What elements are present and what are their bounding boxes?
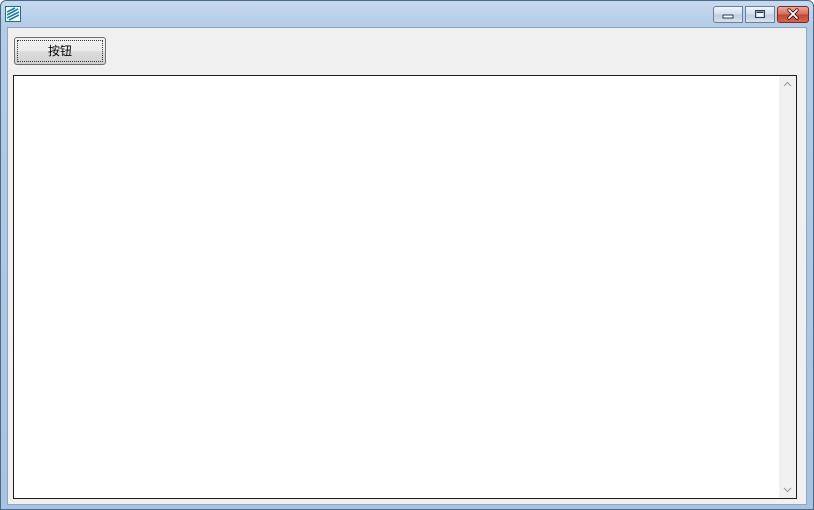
close-icon — [787, 8, 799, 20]
minimize-icon — [722, 14, 734, 19]
minimize-button[interactable] — [713, 6, 743, 23]
scroll-down-arrow-icon[interactable] — [779, 481, 796, 498]
app-window: 按钮 — [0, 0, 814, 510]
action-button-label: 按钮 — [47, 44, 72, 58]
scroll-up-arrow-icon[interactable] — [779, 76, 796, 93]
maximize-icon — [755, 10, 765, 18]
title-bar[interactable] — [1, 1, 813, 27]
multiline-text-box[interactable] — [13, 75, 797, 499]
app-logo-icon[interactable] — [5, 6, 21, 22]
vertical-scrollbar[interactable] — [779, 76, 796, 498]
maximize-button[interactable] — [745, 6, 775, 23]
client-area: 按钮 — [7, 27, 807, 505]
caption-buttons — [713, 6, 809, 24]
action-button[interactable]: 按钮 — [14, 37, 106, 65]
close-button[interactable] — [777, 6, 809, 23]
